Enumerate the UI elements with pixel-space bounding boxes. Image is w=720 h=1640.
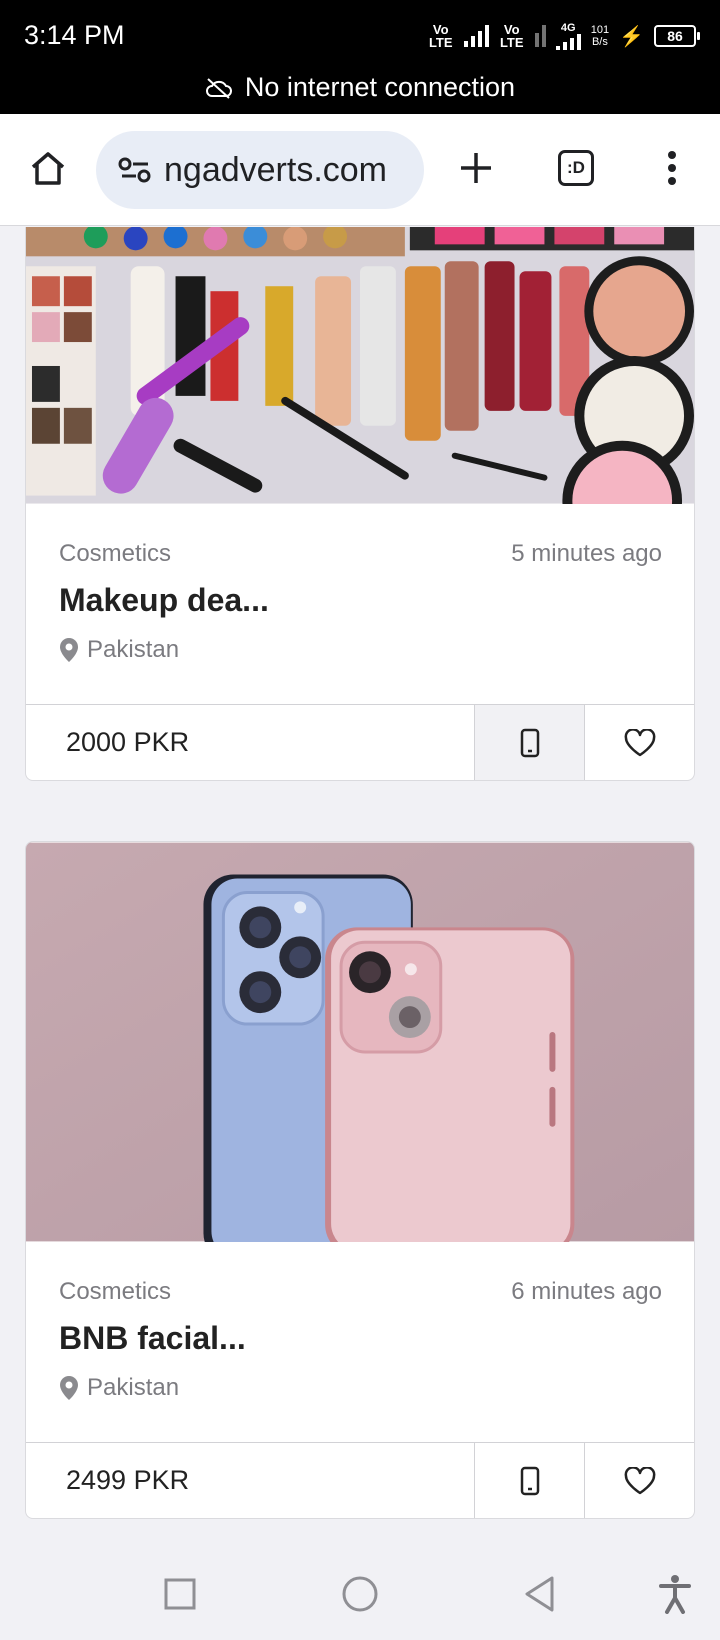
listing-time: 5 minutes ago	[511, 540, 662, 567]
call-button[interactable]	[474, 1443, 584, 1518]
more-menu-button[interactable]	[642, 138, 702, 198]
location-pin-icon	[60, 638, 78, 662]
new-tab-button[interactable]	[446, 138, 506, 198]
phone-icon	[520, 1466, 539, 1495]
home-nav-button[interactable]	[335, 1569, 385, 1619]
speed-value: 101	[590, 24, 610, 36]
site-settings-button[interactable]	[110, 145, 160, 195]
new-tab-icon	[461, 153, 491, 183]
listing-title[interactable]: BNB facial...	[59, 1320, 246, 1357]
url-text[interactable]: ngadverts.com	[164, 151, 387, 190]
tab-switcher-button[interactable]: :D	[546, 138, 606, 198]
listing-info[interactable]: Cosmetics 6 minutes ago BNB facial... Pa…	[26, 1242, 694, 1442]
tab-switcher-label: :D	[567, 158, 585, 177]
charging-icon: ⚡	[619, 25, 644, 48]
cloud-off-icon	[205, 77, 232, 99]
listing-card[interactable]: Cosmetics 6 minutes ago BNB facial... Pa…	[25, 841, 695, 1519]
call-button[interactable]	[474, 705, 584, 780]
location-text: Pakistan	[87, 636, 180, 663]
home-button[interactable]	[18, 138, 78, 198]
listing-card[interactable]: Cosmetics 5 minutes ago Makeup dea... Pa…	[25, 227, 695, 781]
signal-strength-icon-2	[534, 25, 546, 47]
signal-strength-icon-3	[555, 34, 581, 50]
network-type: 4G	[560, 22, 576, 34]
listing-title[interactable]: Makeup dea...	[59, 582, 269, 619]
phone-icon	[520, 728, 539, 757]
offline-text: No internet connection	[244, 72, 516, 102]
location-text: Pakistan	[87, 1374, 180, 1401]
favorite-button[interactable]	[584, 705, 694, 780]
network-speed: 101 B/s	[591, 24, 609, 48]
status-time: 3:14 PM	[24, 20, 125, 50]
system-nav-bar	[0, 1545, 720, 1640]
status-icons: Vo LTE Vo LTE 4G 101 B/s ⚡ 86	[428, 18, 700, 54]
listing-location: Pakistan	[59, 1374, 179, 1402]
listing-footer: 2499 PKR	[26, 1442, 694, 1518]
listing-info[interactable]: Cosmetics 5 minutes ago Makeup dea... Pa…	[26, 504, 694, 704]
volte-indicator-2: Vo LTE	[499, 22, 524, 50]
browser-toolbar: ngadverts.com :D	[0, 114, 720, 226]
listing-price: 2499 PKR	[66, 1465, 190, 1495]
heart-icon	[624, 728, 655, 756]
listings-feed[interactable]: Cosmetics 5 minutes ago Makeup dea... Pa…	[0, 227, 720, 1545]
accessibility-icon	[659, 1575, 691, 1614]
listing-footer: 2000 PKR	[26, 704, 694, 780]
more-menu-icon	[668, 151, 676, 185]
tab-switcher-icon: :D	[558, 150, 594, 186]
signal-strength-icon	[463, 25, 489, 47]
battery-level: 86	[654, 25, 700, 47]
listing-image[interactable]	[26, 842, 694, 1242]
url-bar[interactable]: ngadverts.com	[96, 131, 424, 209]
home-circle-icon	[342, 1576, 378, 1612]
speed-unit: B/s	[591, 36, 608, 48]
location-pin-icon	[60, 1376, 78, 1400]
accessibility-button[interactable]	[650, 1569, 700, 1619]
home-icon	[31, 152, 65, 185]
heart-icon	[624, 1466, 655, 1494]
listing-category: Cosmetics	[59, 1278, 172, 1305]
recents-button[interactable]	[155, 1569, 205, 1619]
site-settings-icon	[118, 157, 151, 183]
listing-price: 2000 PKR	[66, 727, 190, 757]
favorite-button[interactable]	[584, 1443, 694, 1518]
listing-time: 6 minutes ago	[511, 1278, 662, 1305]
status-bar: 3:14 PM Vo LTE Vo LTE 4G 101 B/s ⚡ 86 No…	[0, 0, 720, 114]
volte-indicator: Vo LTE	[428, 22, 453, 50]
listing-image[interactable]	[26, 227, 694, 504]
back-button[interactable]	[515, 1569, 565, 1619]
back-icon	[525, 1576, 554, 1612]
offline-banner: No internet connection	[0, 72, 720, 103]
recents-icon	[164, 1578, 196, 1610]
listing-category: Cosmetics	[59, 540, 172, 567]
listing-location: Pakistan	[59, 636, 179, 664]
